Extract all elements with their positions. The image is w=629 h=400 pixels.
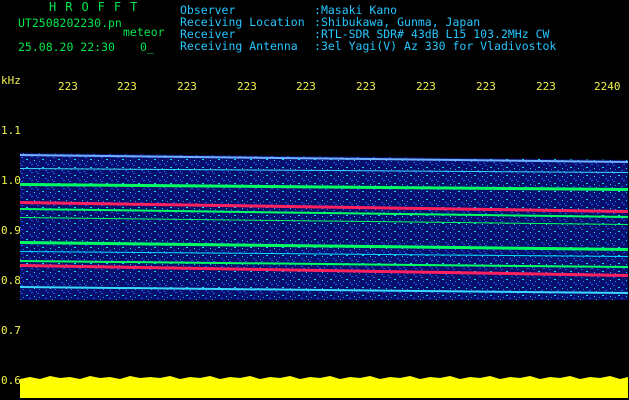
x-tick-label: 223: [117, 80, 137, 93]
station-sep: :: [314, 39, 321, 53]
station-value: 3el Yagi(V) Az 330 for Vladivostok: [320, 39, 557, 53]
x-tick-label: 2240: [594, 80, 621, 93]
meteor-label: meteor: [123, 25, 165, 39]
station-key: Receiving Antenna: [180, 39, 298, 53]
y-tick-label: 0.9: [1, 224, 21, 237]
x-tick-label: 223: [296, 80, 316, 93]
y-unit-label: kHz: [1, 74, 21, 87]
x-tick-label: 223: [237, 80, 257, 93]
y-tick-label: 0.6: [1, 374, 21, 387]
x-tick-label: 223: [58, 80, 78, 93]
y-tick-label: 1.0: [1, 174, 21, 187]
x-tick-label: 223: [536, 80, 556, 93]
y-tick-label: 1.1: [1, 124, 21, 137]
spectrogram: [20, 153, 628, 398]
x-tick-label: 223: [356, 80, 376, 93]
y-tick-label: 0.7: [1, 324, 21, 337]
amplitude-strip: [20, 376, 628, 398]
station-info: Observer : Masaki Kano Receiving Locatio…: [180, 4, 556, 52]
filename-label: UT2508202230.pn: [18, 16, 122, 30]
x-tick-label: 223: [177, 80, 197, 93]
station-row-antenna: Receiving Antenna : 3el Yagi(V) Az 330 f…: [180, 40, 556, 52]
meteor-count: 0_: [140, 40, 154, 54]
x-tick-label: 223: [476, 80, 496, 93]
x-tick-label: 223: [416, 80, 436, 93]
datetime-label: 25.08.20 22:30: [18, 40, 115, 54]
y-tick-label: 0.8: [1, 274, 21, 287]
signal-band: [20, 153, 628, 300]
app-title: HROFFT: [49, 0, 147, 14]
